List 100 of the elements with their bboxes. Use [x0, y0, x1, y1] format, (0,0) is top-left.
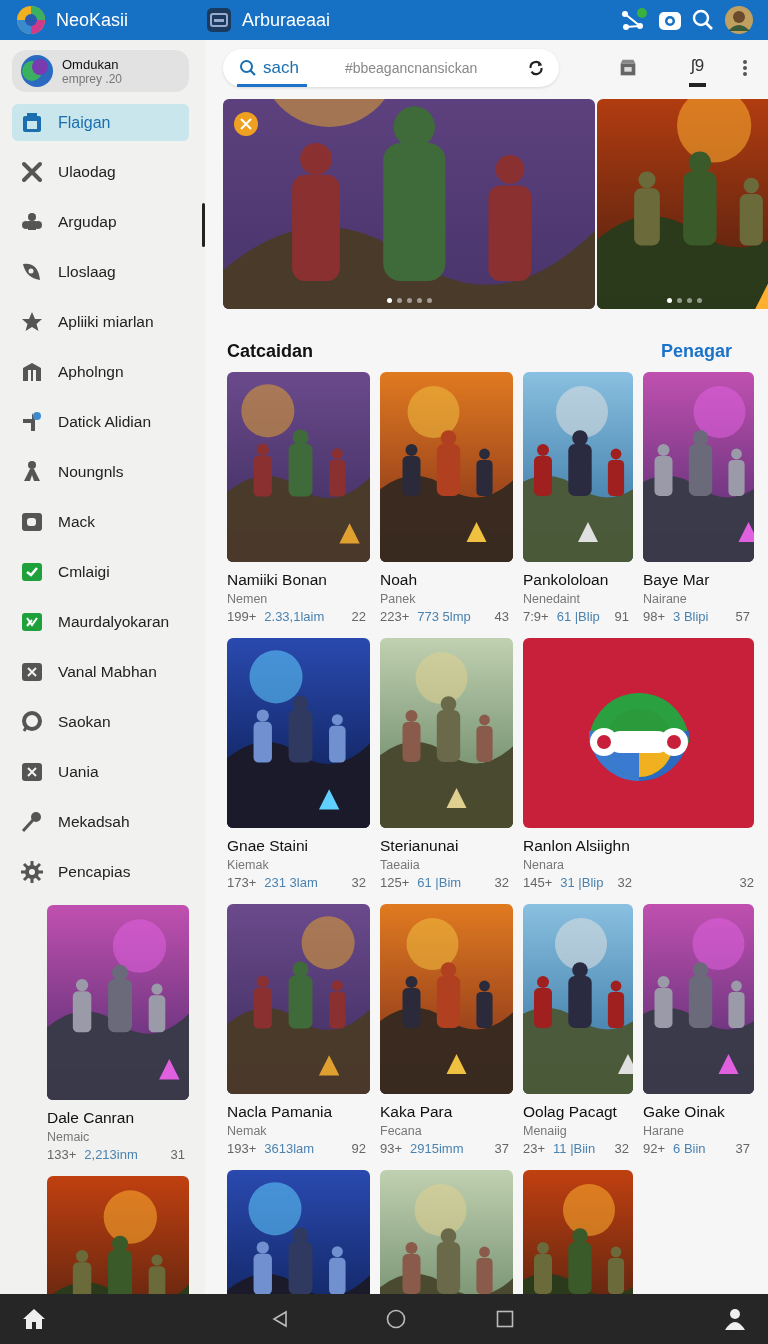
ring-icon	[20, 710, 44, 734]
page-dot[interactable]	[677, 298, 682, 303]
download-size: 61 |Bim	[417, 875, 462, 890]
rating: 98+	[643, 609, 666, 624]
profile-name: Omdukan	[62, 56, 120, 72]
sidebar-item[interactable]: Mack	[12, 497, 189, 547]
page-dot[interactable]	[426, 298, 432, 303]
close-icon[interactable]	[233, 111, 259, 137]
download-size: 3613lam	[264, 1141, 315, 1156]
see-more-link[interactable]: Penagar	[660, 341, 732, 362]
rating: 193+	[227, 1141, 257, 1156]
sidebar-item[interactable]: Argudap	[12, 197, 189, 247]
sidebar-item[interactable]: Flaigan	[12, 104, 189, 141]
page-dot[interactable]	[416, 298, 422, 303]
rating: 93+	[380, 1141, 403, 1156]
scrollbar[interactable]	[202, 203, 205, 247]
check-icon	[20, 610, 44, 634]
publisher-name: Nemaic	[47, 1130, 91, 1144]
sidebar-item[interactable]: Apliiki miarlan	[12, 297, 189, 347]
page-dot[interactable]	[396, 298, 402, 303]
section-title: Catcaidan	[227, 341, 314, 362]
publisher-name: Fecana	[380, 1124, 423, 1138]
page-dot[interactable]	[386, 298, 392, 303]
share-icon[interactable]	[620, 7, 648, 33]
cross-box-icon	[20, 760, 44, 784]
game-title[interactable]: Gake Oinak	[643, 1103, 754, 1121]
publisher-name: Nenara	[523, 858, 565, 872]
sidebar-item[interactable]: Uania	[12, 747, 189, 797]
game-title[interactable]: Oolag Pacagt	[523, 1103, 633, 1121]
toolbar-tab[interactable]: ʃ9	[689, 49, 707, 87]
download-size: 31 |Blip	[560, 875, 604, 890]
rating: 92+	[643, 1141, 666, 1156]
home-icon[interactable]	[22, 1308, 46, 1330]
publisher-name: Nemak	[227, 1124, 268, 1138]
avatar-icon	[20, 54, 54, 88]
publisher-name: Harane	[643, 1124, 685, 1138]
sidebar-item[interactable]: Mekadsah	[12, 797, 189, 847]
more-icon[interactable]	[742, 59, 749, 77]
game-title[interactable]: Pankololoan	[523, 571, 633, 589]
rating: 145+	[523, 875, 553, 890]
search-tab[interactable]: sach	[237, 49, 307, 87]
review-count: 32	[494, 875, 510, 890]
person-icon[interactable]	[724, 1308, 746, 1330]
review-count: 31	[170, 1147, 186, 1162]
page-dot[interactable]	[687, 298, 692, 303]
review-count: 37	[735, 1141, 751, 1156]
page-dot[interactable]	[406, 298, 412, 303]
download-size: 2.33,1laim	[264, 609, 325, 624]
page-dot[interactable]	[667, 298, 672, 303]
sidebar-item[interactable]: Cmlaigi	[12, 547, 189, 597]
sidebar-item[interactable]: Saokan	[12, 697, 189, 747]
sidebar-item[interactable]: Ulaodag	[12, 147, 189, 197]
sidebar-item[interactable]: Apholngn	[12, 347, 189, 397]
sidebar-item[interactable]: Datick Alidian	[12, 397, 189, 447]
page-dot[interactable]	[697, 298, 702, 303]
game-title[interactable]: Kaka Para	[380, 1103, 513, 1121]
profile-subtitle: emprey .20	[62, 71, 123, 86]
game-title[interactable]: Nacla Pamania	[227, 1103, 370, 1121]
pin-icon	[20, 410, 44, 434]
profile-card[interactable]: Omdukan emprey .20	[12, 50, 189, 92]
avatar-icon[interactable]	[724, 5, 754, 35]
search-field[interactable]: sach #bbeagancnansickan	[223, 49, 559, 87]
game-title[interactable]: Baye Mar	[643, 571, 754, 589]
box-icon	[20, 110, 44, 135]
rating: 7:9+	[523, 609, 549, 624]
publisher-name: Kiemak	[227, 858, 270, 872]
game-title[interactable]: Namiiki Bonan	[227, 571, 370, 589]
sidebar-item[interactable]: Noungnls	[12, 447, 189, 497]
game-title[interactable]: Dale Canran	[47, 1109, 189, 1127]
recents-icon[interactable]	[496, 1310, 514, 1328]
sidebar-item[interactable]: Vanal Mabhan	[12, 647, 189, 697]
feature-card[interactable]	[523, 638, 754, 828]
building-icon	[20, 360, 44, 384]
review-count: 37	[494, 1141, 510, 1156]
app-title: NeoKasii	[56, 9, 129, 31]
review-count: 32	[614, 1141, 630, 1156]
square-icon	[20, 510, 44, 534]
sidebar-item[interactable]: Pencapias	[12, 847, 189, 897]
rating: 23+	[523, 1141, 546, 1156]
game-title[interactable]: Noah	[380, 571, 513, 589]
download-size: 2,213inm	[84, 1147, 138, 1162]
download-size: 3 Blipi	[673, 609, 709, 624]
cross-icon	[20, 160, 44, 184]
review-count: 22	[351, 609, 367, 624]
sidebar-item[interactable]: Maurdalyokaran	[12, 597, 189, 647]
logo-icon[interactable]	[16, 5, 46, 35]
game-title[interactable]: Ranlon Alsiighn	[523, 837, 754, 855]
publisher-name: Nenedaint	[523, 592, 581, 606]
home-circle-icon[interactable]	[386, 1309, 406, 1329]
download-size: 11 |Biin	[553, 1141, 596, 1156]
window-icon[interactable]	[206, 7, 233, 33]
publisher-name: Panek	[380, 592, 417, 606]
back-icon[interactable]	[272, 1310, 288, 1328]
rating: 125+	[380, 875, 410, 890]
game-title[interactable]: Sterianunai	[380, 837, 513, 855]
search-icon[interactable]	[692, 9, 714, 31]
review-count: 92	[351, 1141, 367, 1156]
sidebar-item[interactable]: Lloslaag	[12, 247, 189, 297]
game-title[interactable]: Gnae Staini	[227, 837, 370, 855]
camera-icon[interactable]	[658, 9, 682, 31]
